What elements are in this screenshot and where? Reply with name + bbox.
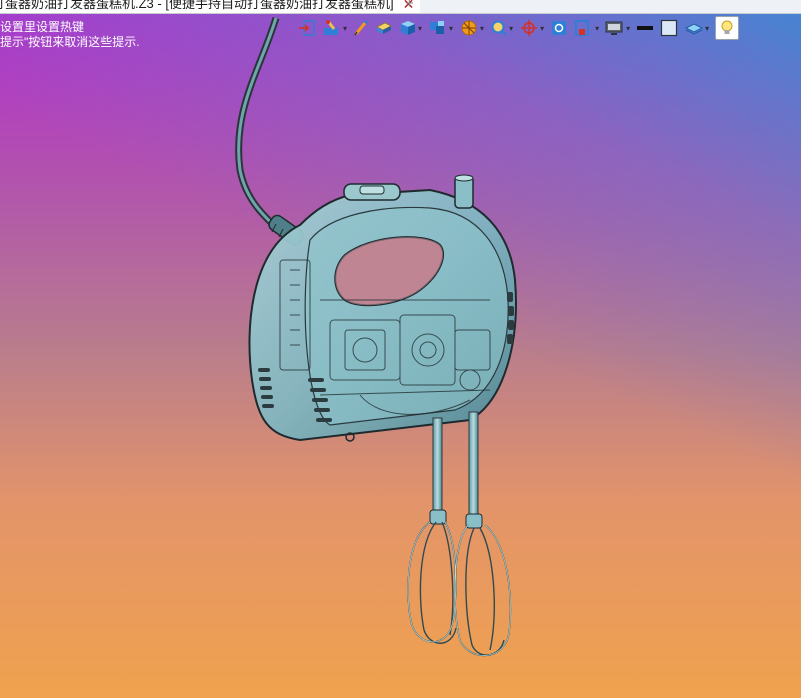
block-button[interactable] xyxy=(375,17,393,39)
render-mode-icon xyxy=(461,20,477,36)
block-icon xyxy=(376,22,392,34)
view-cube-icon xyxy=(401,21,416,35)
save-view-icon xyxy=(575,20,589,36)
background-button[interactable] xyxy=(660,17,678,39)
monitor-button[interactable]: ▾ xyxy=(605,17,630,39)
save-view-button[interactable]: ▾ xyxy=(574,17,599,39)
color-swatch-button[interactable] xyxy=(636,17,654,39)
bulb-icon xyxy=(721,20,733,34)
hint-overlay: 设置里设置热键 提示"按钮来取消这些提示. xyxy=(0,20,140,50)
fit-button[interactable] xyxy=(550,17,568,39)
monitor-icon xyxy=(605,21,623,35)
layer-button[interactable]: ▾ xyxy=(684,17,709,39)
exit-sketch-icon xyxy=(299,20,315,36)
bulb-button[interactable] xyxy=(715,16,740,40)
layer-icon xyxy=(685,23,704,35)
zoom-icon xyxy=(491,20,507,36)
3d-viewport[interactable]: 打蛋器奶油打发器蛋糕机.Z3 - [便捷手持自动打蛋器奶油打发器蛋糕机] ✕ +… xyxy=(0,0,801,698)
view-toolbar: ▾ ▾ ▾ ▾ ▾ ▾ ▾ ▾ ▾ xyxy=(298,16,740,40)
new-tab-button[interactable]: + xyxy=(405,0,414,13)
exit-sketch-button[interactable] xyxy=(298,17,316,39)
sketch-button[interactable]: ▾ xyxy=(322,17,347,39)
origin-button[interactable]: ▾ xyxy=(519,17,544,39)
document-tab-title: 打蛋器奶油打发器蛋糕机.Z3 - [便捷手持自动打蛋器奶油打发器蛋糕机] xyxy=(0,0,394,11)
hand-mixer-model[interactable] xyxy=(0,0,801,698)
fit-icon xyxy=(552,21,567,35)
hint-line-1: 设置里设置热键 xyxy=(0,20,85,34)
views-icon xyxy=(430,21,445,34)
background-icon xyxy=(661,19,678,37)
sketch-icon xyxy=(324,20,338,35)
color-swatch-icon xyxy=(637,26,654,30)
views-button[interactable]: ▾ xyxy=(428,17,453,39)
pen-icon xyxy=(354,19,369,36)
document-tab-bar: 打蛋器奶油打发器蛋糕机.Z3 - [便捷手持自动打蛋器奶油打发器蛋糕机] ✕ + xyxy=(0,0,801,14)
zoom-button[interactable]: ▾ xyxy=(490,17,513,39)
pen-button[interactable] xyxy=(353,17,369,39)
render-mode-button[interactable]: ▾ xyxy=(459,17,484,39)
origin-icon xyxy=(521,20,538,36)
view-cube-button[interactable]: ▾ xyxy=(399,17,422,39)
document-tab[interactable]: 打蛋器奶油打发器蛋糕机.Z3 - [便捷手持自动打蛋器奶油打发器蛋糕机] ✕ xyxy=(0,0,421,13)
hint-line-2: 提示"按钮来取消这些提示. xyxy=(0,35,140,49)
